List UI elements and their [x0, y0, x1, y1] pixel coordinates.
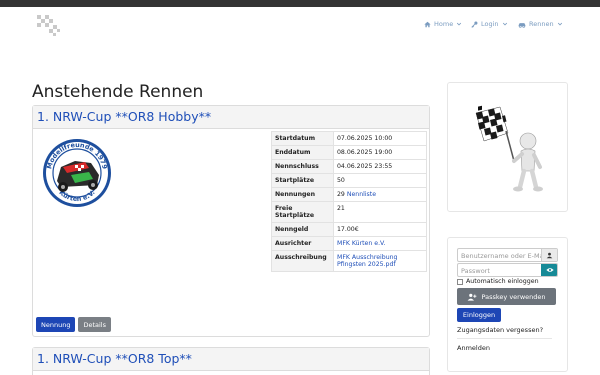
race-card: 1. NRW-Cup **OR8 Hobby** Modellfreunde 1…: [32, 105, 430, 337]
start-value: 07.06.2025 10:00: [333, 131, 427, 146]
slots-value: 50: [333, 173, 427, 188]
key-icon: [471, 21, 478, 28]
table-row: Nennungen 29 Nennliste: [271, 187, 427, 202]
user-icon: [546, 252, 553, 258]
sidebar-image-box: [447, 82, 568, 212]
nav-home-label: Home: [434, 20, 454, 28]
car-icon: [518, 22, 526, 28]
entries-value: 29 Nennliste: [333, 187, 427, 202]
race-title[interactable]: 1. NRW-Cup **OR8 Top**: [37, 351, 425, 366]
tender-value: MFK Ausschreibung Pfingsten 2025.pdf: [333, 250, 427, 272]
organizer-value: MFK Kürten e.V.: [333, 236, 427, 251]
club-logo: Modellfreunde 1979 Kürten e.V.: [41, 137, 113, 209]
entries-list-link[interactable]: Nennliste: [347, 191, 376, 198]
user-plus-icon: [468, 293, 477, 301]
username-placeholder: Benutzername oder E-Mail: [461, 252, 548, 260]
details-button[interactable]: Details: [78, 317, 112, 332]
end-value: 08.06.2025 19:00: [333, 145, 427, 160]
race-title[interactable]: 1. NRW-Cup **OR8 Hobby**: [37, 109, 425, 124]
free-value: 21: [333, 201, 427, 223]
chevron-down-icon: [457, 22, 462, 26]
table-row: Ausschreibung MFK Ausschreibung Pfingste…: [271, 250, 427, 272]
organizer-label: Ausrichter: [271, 236, 334, 251]
eye-icon: [545, 268, 554, 272]
table-row: Enddatum 08.06.2025 19:00: [271, 145, 427, 160]
race-card: 1. NRW-Cup **OR8 Top**: [32, 347, 430, 375]
nav-home[interactable]: Home: [424, 20, 462, 28]
entries-count: 29: [337, 191, 345, 198]
table-row: Ausrichter MFK Kürten e.V.: [271, 236, 427, 251]
navbar: [0, 7, 600, 41]
table-row: Startdatum 07.06.2025 10:00: [271, 131, 427, 146]
nav-login[interactable]: Login: [471, 20, 508, 28]
home-icon: [424, 21, 431, 27]
race-actions: Nennung Details: [36, 317, 112, 332]
nav-races[interactable]: Rennen: [518, 20, 563, 28]
top-bar: [0, 0, 600, 7]
site-logo[interactable]: [33, 11, 63, 41]
auto-login-checkbox[interactable]: [457, 278, 463, 285]
table-row: Freie Startplätze 21: [271, 201, 427, 223]
password-field[interactable]: Passwort: [457, 263, 558, 277]
auto-login-label: Automatisch einloggen: [466, 278, 539, 285]
login-panel: Benutzername oder E-Mail Passwort Automa…: [447, 237, 568, 372]
password-placeholder: Passwort: [461, 267, 490, 275]
fee-label: Nenngeld: [271, 222, 334, 237]
tender-link[interactable]: MFK Ausschreibung Pfingsten 2025.pdf: [337, 254, 397, 268]
race-card-header: 1. NRW-Cup **OR8 Top**: [33, 348, 429, 371]
race-info-table: Startdatum 07.06.2025 10:00 Enddatum 08.…: [271, 131, 427, 272]
nav-races-label: Rennen: [529, 20, 554, 28]
user-icon-button[interactable]: [541, 249, 557, 261]
close-value: 04.06.2025 23:55: [333, 159, 427, 174]
free-label: Freie Startplätze: [271, 201, 334, 223]
entries-label: Nennungen: [271, 187, 334, 202]
organizer-link[interactable]: MFK Kürten e.V.: [337, 240, 385, 247]
enter-button[interactable]: Nennung: [36, 317, 76, 332]
passkey-button[interactable]: Passkey verwenden: [457, 288, 556, 305]
login-button[interactable]: Einloggen: [457, 308, 501, 322]
forgot-credentials-link[interactable]: Zugangsdaten vergessen?: [457, 326, 558, 334]
divider: [457, 338, 552, 339]
flag-figure-illustration: [475, 105, 543, 192]
passkey-label: Passkey verwenden: [481, 292, 546, 301]
page-title: Anstehende Rennen: [32, 82, 204, 102]
username-field[interactable]: Benutzername oder E-Mail: [457, 248, 558, 262]
table-row: Startplätze 50: [271, 173, 427, 188]
table-row: Nennschluss 04.06.2025 23:55: [271, 159, 427, 174]
register-link[interactable]: Anmelden: [457, 344, 558, 352]
chevron-down-icon: [557, 22, 562, 26]
auto-login-row[interactable]: Automatisch einloggen: [457, 278, 558, 285]
close-label: Nennschluss: [271, 159, 334, 174]
start-label: Startdatum: [271, 131, 334, 146]
chevron-down-icon: [502, 22, 507, 26]
slots-label: Startplätze: [271, 173, 334, 188]
end-label: Enddatum: [271, 145, 334, 160]
show-password-button[interactable]: [541, 264, 557, 276]
fee-value: 17.00€: [333, 222, 427, 237]
race-card-header: 1. NRW-Cup **OR8 Hobby**: [33, 106, 429, 129]
table-row: Nenngeld 17.00€: [271, 222, 427, 237]
tender-label: Ausschreibung: [271, 250, 334, 272]
nav-login-label: Login: [481, 20, 499, 28]
